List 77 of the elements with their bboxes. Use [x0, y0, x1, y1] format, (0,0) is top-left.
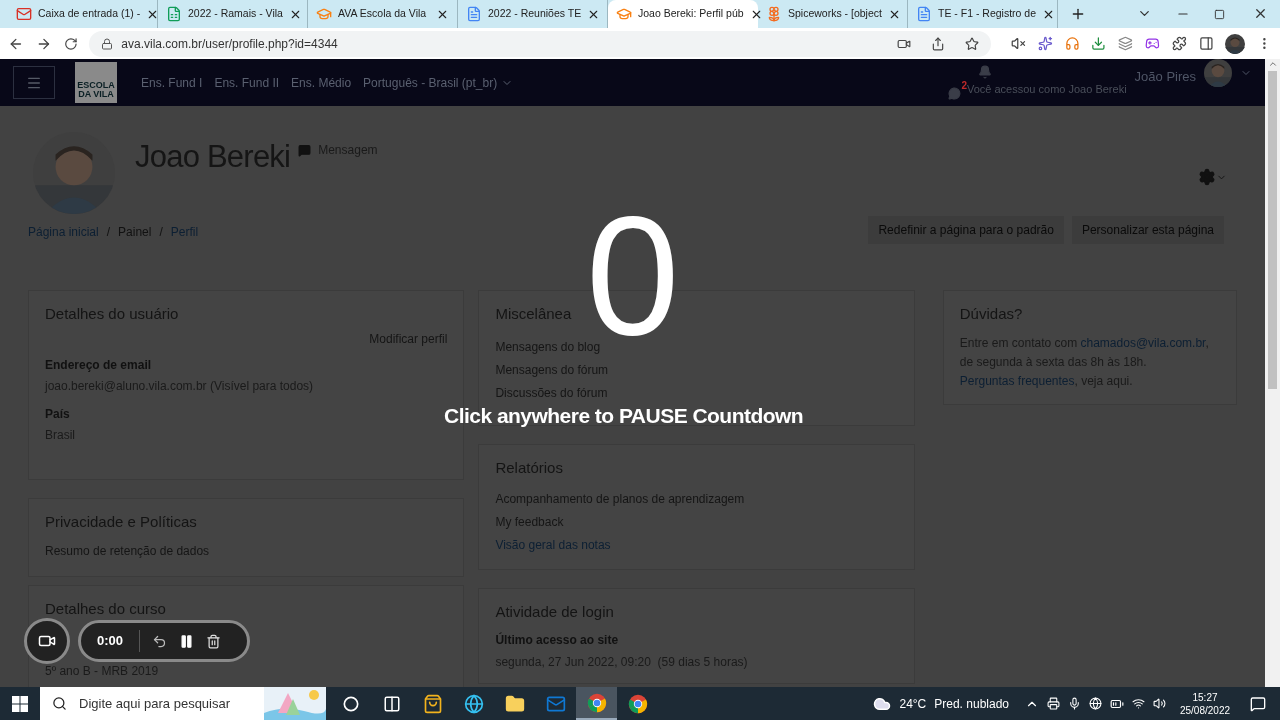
language-menu[interactable]: Português - Brasil (pt_br)	[363, 73, 514, 92]
graduation-cap-icon	[616, 6, 632, 22]
share-icon[interactable]	[931, 36, 946, 51]
nav-link[interactable]: Ens. Fund II	[214, 73, 280, 92]
help-link[interactable]: chamados@vila.com.br	[1080, 335, 1206, 350]
forecast-text: Pred. nublado	[934, 695, 1009, 713]
undo-icon[interactable]	[152, 633, 168, 649]
tab-title: TE - F1 - Registro de	[938, 6, 1037, 22]
message-icon	[298, 144, 312, 157]
address-bar[interactable]: ava.vila.com.br/user/profile.php?id=4344	[89, 30, 992, 57]
trash-icon[interactable]	[206, 633, 222, 649]
folder-icon	[504, 693, 525, 714]
document-icon	[466, 6, 482, 22]
document-icon	[916, 6, 932, 22]
tab-title: 2022 - Ramais - Vila	[188, 6, 283, 22]
pause-icon[interactable]	[179, 633, 195, 649]
help-link[interactable]: Perguntas frequentes	[959, 373, 1075, 388]
taskbar-search-field[interactable]: Digite aqui para pesquisar	[40, 687, 326, 720]
maximize-icon[interactable]	[1214, 9, 1225, 20]
tab-title: Joao Bereki: Perfil púb	[638, 6, 744, 22]
star-icon[interactable]	[965, 36, 980, 51]
graduation-cap-icon	[316, 6, 332, 22]
breadcrumb-separator: /	[106, 224, 111, 241]
shopping-bag-icon	[422, 693, 443, 714]
browser-tab[interactable]: Joao Bereki: Perfil púb	[608, 0, 758, 28]
school-logo[interactable]: ESCOLA DA VILA	[75, 62, 117, 103]
wifi-icon[interactable]	[1132, 697, 1145, 710]
volume-icon[interactable]	[1153, 697, 1166, 710]
headphones-icon[interactable]	[1064, 36, 1080, 51]
temperature-text: 24°C	[899, 695, 927, 713]
notifications-icon[interactable]	[1250, 695, 1266, 712]
network-icon[interactable]	[1089, 697, 1102, 710]
nav-link[interactable]: Ens. Médio	[291, 73, 352, 92]
tab-title: Caixa de entrada (1) -	[38, 6, 141, 22]
new-tab-icon[interactable]	[1070, 6, 1086, 22]
flower-icon	[766, 6, 782, 22]
tab-title: AVA Escola da Vila	[338, 6, 428, 22]
mute-icon[interactable]	[1011, 36, 1026, 51]
layers-icon[interactable]	[1118, 36, 1133, 51]
edge-browser-icon	[463, 693, 484, 714]
mail-icon	[16, 6, 32, 22]
windows-logo-icon	[12, 695, 28, 712]
clock-time: 15:27	[1192, 690, 1218, 704]
url-text: ava.vila.com.br/user/profile.php?id=4344	[121, 35, 339, 53]
sparkle-icon[interactable]	[1037, 36, 1053, 51]
gear-icon	[1198, 168, 1216, 186]
nav-link[interactable]: Ens. Fund I	[141, 73, 203, 92]
countdown-toast[interactable]: Click anywhere to PAUSE Countdown	[444, 404, 804, 428]
download-icon[interactable]	[1091, 36, 1107, 51]
spreadsheet-icon	[166, 6, 182, 22]
close-icon[interactable]	[1253, 6, 1268, 21]
clock[interactable]: 15:27 25/08/2022	[1174, 690, 1236, 717]
microphone-icon[interactable]	[1068, 697, 1081, 710]
search-placeholder: Digite aqui para pesquisar	[79, 694, 232, 713]
chrome-icon	[627, 693, 648, 714]
login-as-text: Você acessou como Joao Bereki	[967, 83, 1127, 98]
puzzle-icon[interactable]	[1171, 36, 1187, 51]
scroll-up-icon[interactable]	[1267, 59, 1278, 69]
circle-icon	[342, 695, 359, 712]
lock-icon	[101, 37, 114, 50]
countdown-number: 0	[586, 212, 680, 340]
tab-title: Spiceworks - [object	[788, 6, 882, 22]
side-panel-icon[interactable]	[1198, 36, 1214, 51]
reload-icon[interactable]	[63, 36, 78, 51]
message-count: 2	[961, 79, 967, 91]
gamepad-icon[interactable]	[1145, 36, 1160, 51]
recording-time: 0:00	[97, 632, 124, 651]
user-name[interactable]: João Pires	[1134, 66, 1196, 87]
scrollbar[interactable]	[1265, 59, 1280, 687]
task-view-icon	[382, 694, 401, 713]
printer-icon[interactable]	[1047, 697, 1060, 710]
clock-date: 25/08/2022	[1179, 703, 1231, 717]
tab-title: 2022 - Reuniões TE	[488, 6, 582, 22]
breadcrumb-separator: /	[159, 224, 163, 241]
report-link[interactable]: Visão geral das notas	[495, 533, 898, 557]
search-icon	[52, 696, 67, 711]
chrome-icon	[586, 692, 607, 713]
